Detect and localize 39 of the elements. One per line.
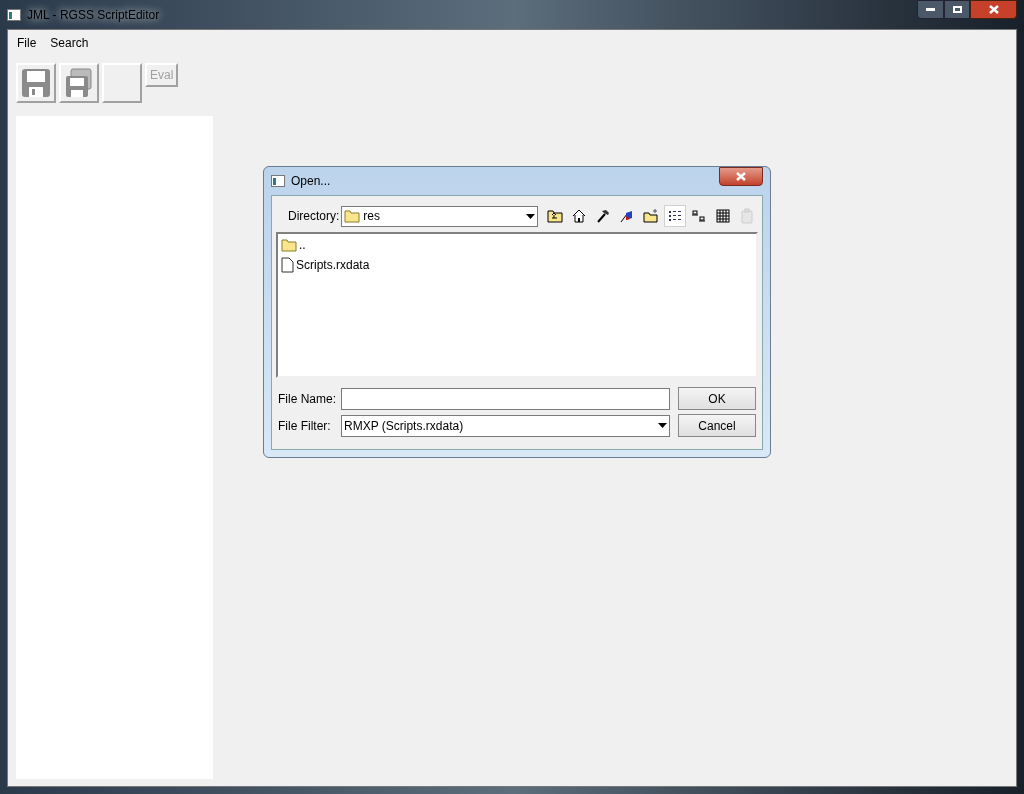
file-list-item[interactable]: .. — [281, 235, 753, 255]
directory-label: Directory: — [288, 208, 340, 225]
flag-icon — [619, 208, 635, 224]
close-button[interactable] — [970, 0, 1017, 19]
hammer-icon — [595, 208, 611, 224]
file-name-label: File Name: — [278, 390, 337, 408]
minimize-button[interactable] — [917, 0, 944, 19]
window-title: JML - RGSS ScriptEditor — [27, 6, 160, 24]
toolbar-blank-button[interactable] — [102, 63, 142, 103]
dropdown-arrow-icon — [526, 213, 535, 219]
details-view-icon — [667, 208, 683, 224]
file-list-item[interactable]: Scripts.rxdata — [281, 255, 753, 275]
menu-item[interactable]: Search — [50, 34, 89, 52]
folder-icon — [344, 209, 361, 223]
file-name-field[interactable] — [341, 387, 670, 410]
close-button[interactable] — [719, 167, 763, 186]
grid-view-icon — [715, 208, 731, 224]
clipboard-icon — [739, 208, 755, 224]
close-icon — [988, 5, 999, 14]
file-filter-label: File Filter: — [278, 417, 332, 435]
close-icon — [736, 172, 746, 181]
dialog-icon — [271, 175, 285, 187]
floppy-disks-icon — [63, 67, 95, 99]
list-view-icon — [691, 208, 707, 224]
new-folder-icon — [643, 208, 659, 224]
folder-up-icon — [547, 208, 563, 224]
menu-item[interactable]: File — [17, 34, 37, 52]
file-filter-dropdown[interactable]: RMXP (Scripts.rxdata) — [341, 414, 670, 437]
dialog-title: Open... — [291, 173, 331, 190]
ok-button[interactable]: OK — [678, 387, 756, 410]
maximize-button[interactable] — [944, 0, 970, 19]
directory-dropdown[interactable]: res — [341, 205, 538, 227]
toolbar-button[interactable] — [664, 205, 686, 227]
cancel-button[interactable]: Cancel — [678, 414, 756, 437]
document-icon — [281, 257, 294, 273]
home-icon — [571, 208, 587, 224]
dropdown-arrow-icon — [658, 423, 667, 428]
folder-icon — [281, 238, 297, 252]
app-icon — [7, 8, 21, 21]
